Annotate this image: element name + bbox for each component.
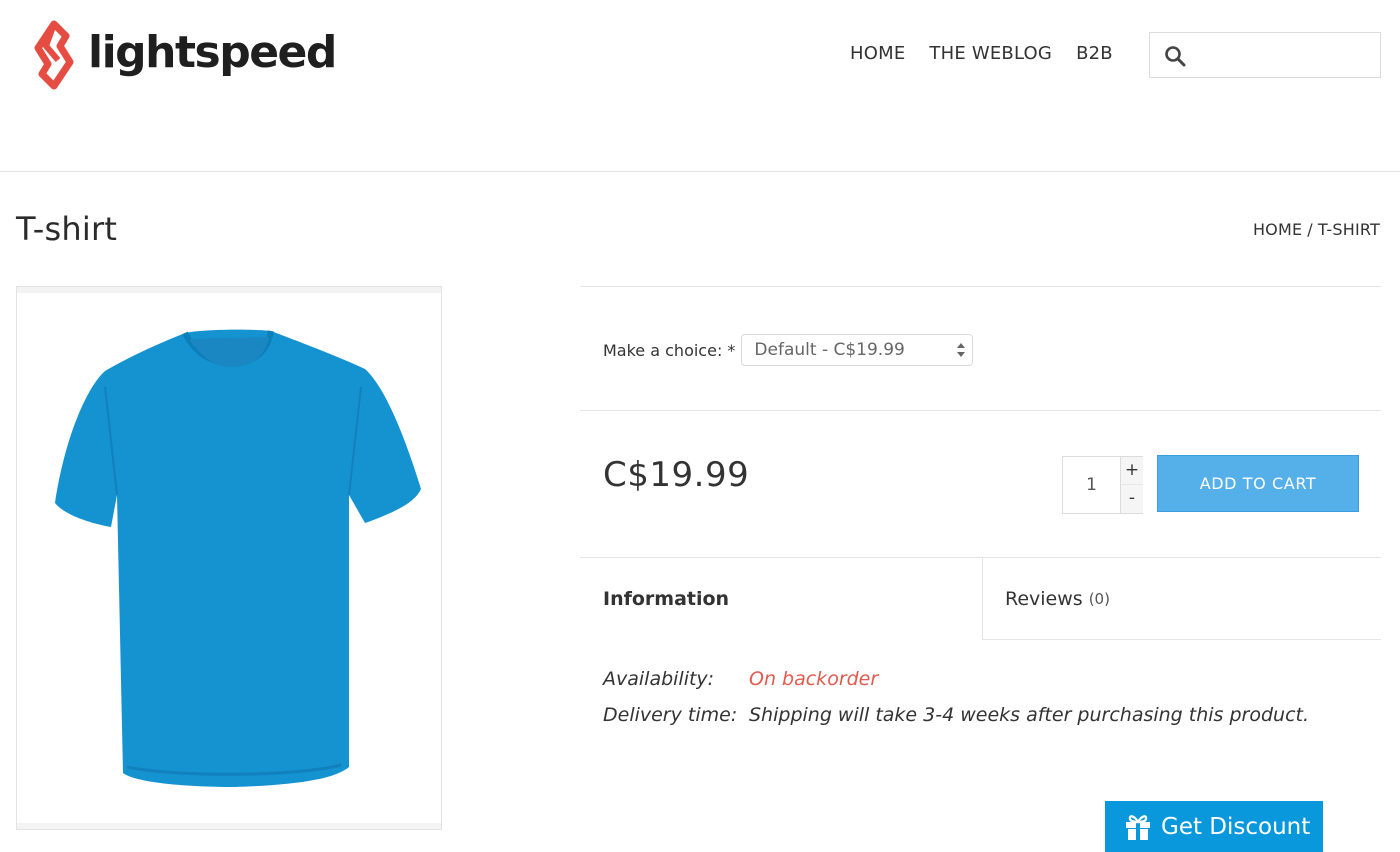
choice-label: Make a choice: *	[603, 340, 736, 360]
availability-label: Availability:	[603, 668, 715, 690]
breadcrumb-current: T-SHIRT	[1317, 220, 1380, 239]
main-nav: HOME THE WEBLOG B2B	[850, 42, 1137, 66]
page-title: T-shirt	[16, 210, 118, 248]
delivery-label: Delivery time:	[603, 704, 738, 726]
product-price: C$19.99	[603, 455, 750, 495]
tab-information-label: Information	[603, 588, 730, 610]
quantity-stepper[interactable]: 1 + -	[1062, 456, 1143, 514]
breadcrumb-separator: /	[1307, 220, 1313, 239]
availability-value: On backorder	[749, 668, 879, 690]
nav-home[interactable]: HOME	[850, 42, 905, 66]
brand-name: lightspeed	[88, 27, 337, 78]
get-discount-button[interactable]: Get Discount	[1105, 801, 1323, 852]
image-bottom-border	[17, 823, 441, 829]
tab-information[interactable]: Information	[580, 558, 982, 640]
breadcrumb-home[interactable]: HOME	[1253, 220, 1302, 239]
add-to-cart-button[interactable]: ADD TO CART	[1157, 455, 1359, 512]
variant-choice: Make a choice: * Default - C$19.99	[603, 334, 974, 366]
tab-reviews-label: Reviews	[1005, 587, 1083, 610]
nav-b2b[interactable]: B2B	[1076, 42, 1113, 66]
search-icon[interactable]	[1164, 45, 1186, 67]
nav-weblog[interactable]: THE WEBLOG	[929, 42, 1052, 66]
search-box[interactable]	[1149, 32, 1381, 78]
delivery-value: Shipping will take 3-4 weeks after purch…	[749, 704, 1310, 726]
brand-logo[interactable]: lightspeed	[28, 20, 337, 90]
variant-select[interactable]: Default - C$19.99	[741, 334, 974, 366]
tab-reviews[interactable]: Reviews (0)	[982, 558, 1381, 640]
product-image[interactable]	[16, 286, 442, 830]
get-discount-label: Get Discount	[1161, 813, 1311, 840]
select-arrows-icon	[957, 343, 966, 357]
quantity-input[interactable]: 1	[1063, 457, 1121, 513]
delivery-row: Delivery time: Shipping will take 3-4 we…	[603, 704, 1309, 726]
reviews-count: (0)	[1088, 589, 1110, 608]
site-header: lightspeed HOME THE WEBLOG B2B	[0, 0, 1400, 172]
lightspeed-flame-icon	[34, 20, 74, 90]
divider	[580, 410, 1381, 411]
image-top-border	[17, 287, 441, 293]
gift-icon	[1126, 814, 1150, 840]
variant-select-value: Default - C$19.99	[754, 340, 905, 360]
quantity-decrease-button[interactable]: -	[1121, 485, 1143, 513]
tshirt-image	[55, 329, 421, 787]
search-input[interactable]	[1194, 39, 1374, 71]
breadcrumb: HOME / T-SHIRT	[1253, 220, 1380, 239]
quantity-increase-button[interactable]: +	[1121, 457, 1143, 485]
divider	[580, 286, 1381, 287]
availability-row: Availability: On backorder	[603, 668, 878, 690]
